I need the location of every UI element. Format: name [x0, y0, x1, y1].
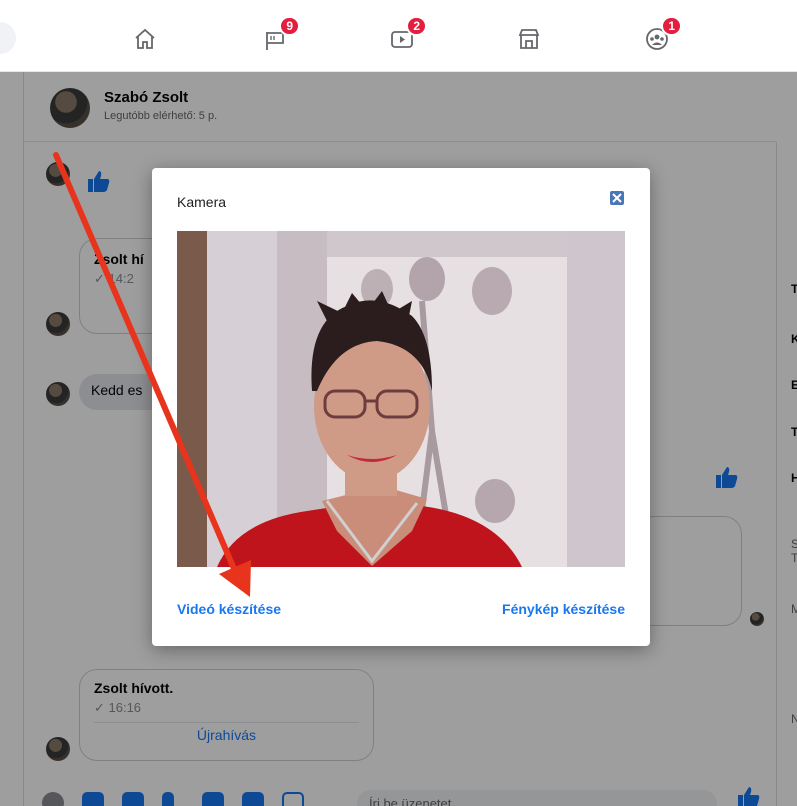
nav-watch[interactable]: 2	[385, 16, 427, 56]
home-icon	[135, 28, 155, 49]
nav-marketplace[interactable]	[512, 22, 546, 56]
close-button[interactable]	[610, 191, 624, 205]
camera-preview-image	[177, 231, 625, 567]
marketplace-icon	[518, 29, 540, 49]
top-navbar: 9 2 1	[0, 0, 797, 72]
pages-badge: 9	[279, 16, 300, 36]
camera-dialog: Kamera Videó készítése Fénykép készítése	[152, 168, 650, 646]
take-photo-button[interactable]: Fénykép készítése	[502, 601, 625, 617]
groups-badge: 1	[661, 16, 682, 36]
nav-pages[interactable]: 9	[258, 16, 300, 56]
dialog-title: Kamera	[177, 194, 227, 210]
close-icon	[612, 193, 622, 203]
nav-home[interactable]	[128, 22, 162, 56]
record-video-button[interactable]: Videó készítése	[177, 601, 281, 617]
nav-groups[interactable]: 1	[640, 16, 682, 56]
watch-badge: 2	[406, 16, 427, 36]
camera-preview	[177, 231, 625, 567]
search-pill[interactable]	[0, 22, 16, 54]
